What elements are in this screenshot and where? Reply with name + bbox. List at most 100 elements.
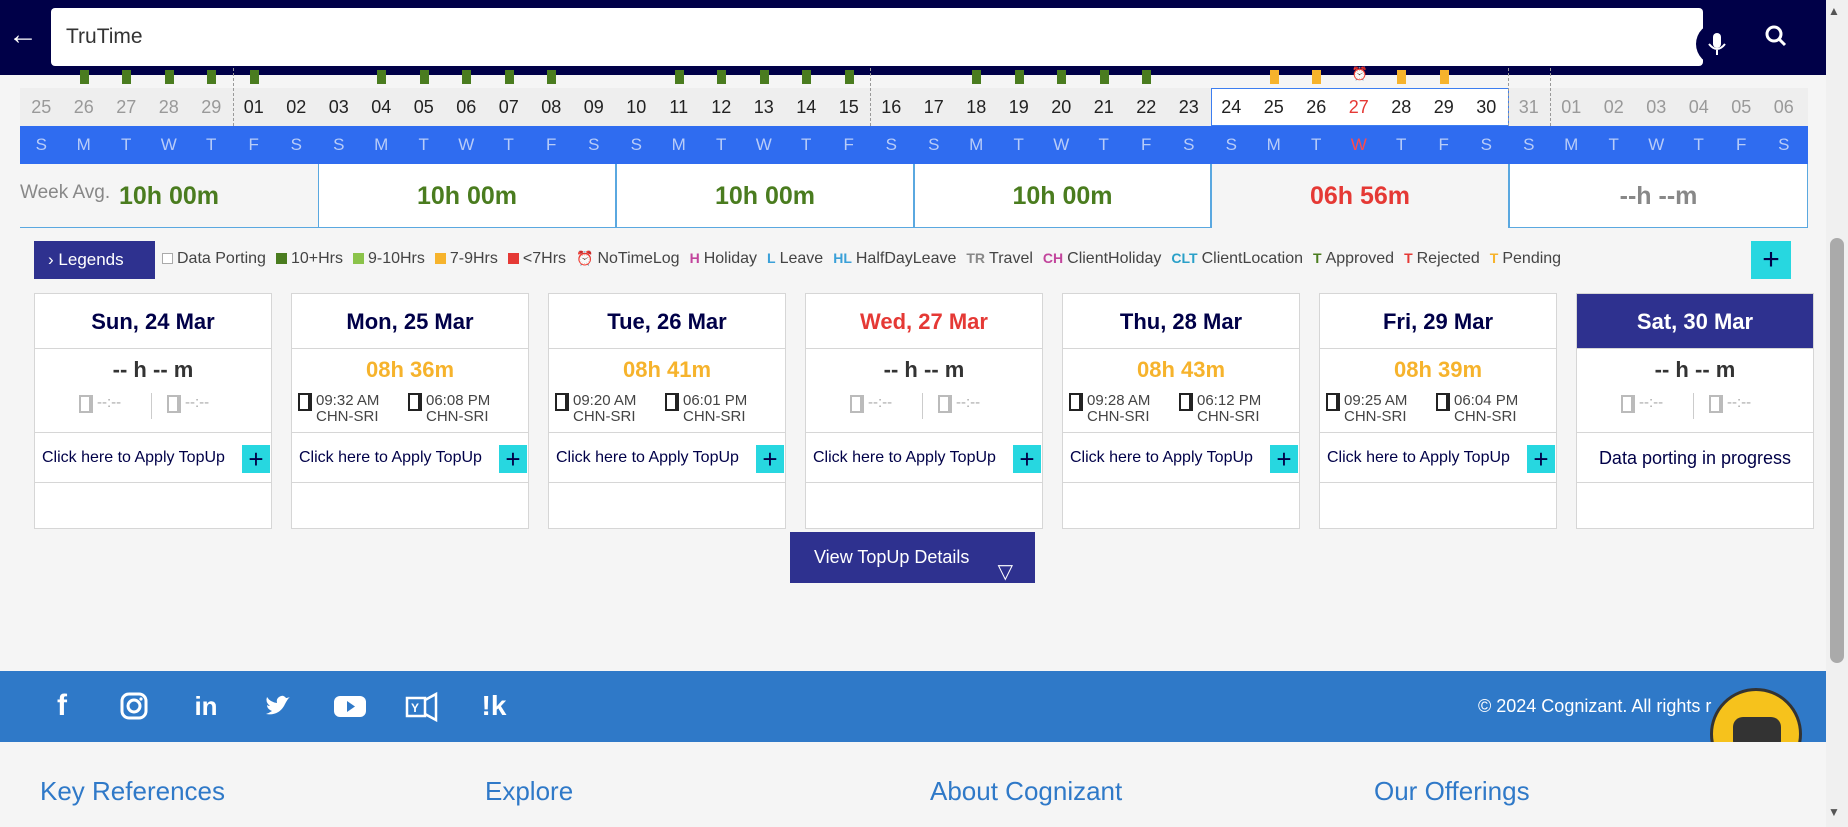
date-cell[interactable]: 14 — [785, 88, 828, 126]
footer-link-key-references[interactable]: Key References — [40, 776, 225, 807]
back-arrow-icon[interactable]: ← — [6, 18, 40, 52]
date-cell[interactable]: 01 — [233, 88, 276, 126]
add-topup-icon[interactable]: + — [242, 445, 270, 473]
date-cell[interactable]: 09 — [573, 88, 616, 126]
add-topup-icon[interactable]: + — [1527, 445, 1555, 473]
date-cell[interactable]: 24 — [1210, 88, 1253, 126]
apply-topup-link[interactable]: Click here to Apply TopUp + — [35, 433, 271, 483]
swipe-out-time: 06:12 PM — [1197, 392, 1262, 409]
kudos-icon[interactable]: !k — [474, 686, 514, 726]
day-card[interactable]: Fri, 29 Mar 08h 39m 09:25 AM CHN-SRI 06:04 P… — [1319, 293, 1557, 529]
day-duration: 08h 36m — [365, 357, 455, 382]
date-cell[interactable]: 17 — [913, 88, 956, 126]
door-in-icon — [79, 395, 93, 413]
yammer-icon[interactable]: Y — [402, 686, 442, 726]
legend-label: Data Porting — [177, 250, 266, 267]
date-cell[interactable]: 04 — [360, 88, 403, 126]
hours-bar — [249, 70, 259, 84]
scroll-up-icon[interactable]: ▲ — [1828, 4, 1840, 18]
apply-topup-link[interactable]: Click here to Apply TopUp + — [806, 433, 1042, 483]
legend-swatch — [352, 253, 364, 264]
add-topup-icon[interactable]: + — [1270, 445, 1298, 473]
apply-topup-link[interactable]: Click here to Apply TopUp + — [1063, 433, 1299, 483]
legend-marker: CH — [1042, 250, 1064, 266]
date-cell[interactable]: 12 — [700, 88, 743, 126]
date-cell[interactable]: 30 — [1465, 88, 1508, 126]
date-cell[interactable]: 25 — [20, 88, 63, 126]
date-cell[interactable]: 31 — [1508, 88, 1551, 126]
date-cell[interactable]: 27 — [105, 88, 148, 126]
date-cell[interactable]: 11 — [658, 88, 701, 126]
date-cell[interactable]: 02 — [275, 88, 318, 126]
search-query[interactable]: TruTime — [66, 25, 143, 49]
date-cell[interactable]: 29 — [190, 88, 233, 126]
date-cell[interactable]: 08 — [530, 88, 573, 126]
date-cell[interactable]: 03 — [1635, 88, 1678, 126]
date-cell[interactable]: 18 — [955, 88, 998, 126]
search-icon[interactable] — [1755, 15, 1797, 57]
youtube-icon[interactable] — [330, 686, 370, 726]
day-card-title: Tue, 26 Mar — [549, 294, 785, 349]
swipe-in: 09:28 AM CHN-SRI — [1069, 393, 1150, 425]
add-topup-icon[interactable]: + — [1013, 445, 1041, 473]
date-cell[interactable]: 15 — [828, 88, 871, 126]
view-topup-details-button[interactable]: View TopUp Details ▽ — [790, 532, 1035, 583]
swipe-out-details: 06:08 PM CHN-SRI — [426, 393, 490, 425]
daily-hours-bars: ⏰ — [20, 66, 1808, 86]
apply-topup-link[interactable]: Click here to Apply TopUp + — [292, 433, 528, 483]
scroll-down-icon[interactable]: ▼ — [1828, 805, 1840, 819]
day-card[interactable]: Wed, 27 Mar -- h -- m --:-- --:-- Click here… — [805, 293, 1043, 529]
legends-button[interactable]: › Legends — [34, 241, 155, 279]
date-cell[interactable]: 22 — [1125, 88, 1168, 126]
date-cell[interactable]: 07 — [488, 88, 531, 126]
date-cell[interactable]: 02 — [1593, 88, 1636, 126]
week-average-value: 10h 00m — [318, 164, 616, 228]
footer-link-about[interactable]: About Cognizant — [930, 776, 1122, 807]
day-card[interactable]: Sun, 24 Mar -- h -- m --:-- --:-- Click here… — [34, 293, 272, 529]
date-cell[interactable]: 13 — [743, 88, 786, 126]
day-card[interactable]: Tue, 26 Mar 08h 41m 09:20 AM CHN-SRI 06:01 P… — [548, 293, 786, 529]
add-topup-icon[interactable]: + — [756, 445, 784, 473]
date-cell[interactable]: 27 — [1338, 88, 1381, 126]
date-cell[interactable]: 26 — [63, 88, 106, 126]
swipe-out: 06:04 PM CHN-SRI — [1436, 393, 1518, 425]
footer-link-offerings[interactable]: Our Offerings — [1374, 776, 1530, 807]
facebook-icon[interactable]: f — [42, 686, 82, 726]
date-cell[interactable]: 10 — [615, 88, 658, 126]
date-cell[interactable]: 03 — [318, 88, 361, 126]
swipe-out: 06:08 PM CHN-SRI — [408, 393, 490, 425]
date-cell[interactable]: 29 — [1423, 88, 1466, 126]
add-icon[interactable]: + — [1751, 241, 1791, 279]
date-cell[interactable]: 26 — [1295, 88, 1338, 126]
apply-topup-link[interactable]: Click here to Apply TopUp + — [549, 433, 785, 483]
day-card[interactable]: Thu, 28 Mar 08h 43m 09:28 AM CHN-SRI 06:12 P… — [1062, 293, 1300, 529]
instagram-icon[interactable] — [114, 686, 154, 726]
linkedin-icon[interactable]: in — [186, 686, 226, 726]
date-cell[interactable]: 16 — [870, 88, 913, 126]
add-topup-icon[interactable]: + — [499, 445, 527, 473]
date-cell[interactable]: 05 — [403, 88, 446, 126]
twitter-icon[interactable] — [258, 686, 298, 726]
search-input[interactable]: TruTime — [51, 8, 1738, 66]
date-cell[interactable]: 28 — [1380, 88, 1423, 126]
date-cell[interactable]: 19 — [998, 88, 1041, 126]
date-cell[interactable]: 05 — [1720, 88, 1763, 126]
date-cell[interactable]: 04 — [1678, 88, 1721, 126]
apply-topup-link[interactable]: Click here to Apply TopUp + — [1320, 433, 1556, 483]
swipe-times: 09:25 AM CHN-SRI 06:04 PM CHN-SRI — [1320, 383, 1556, 433]
date-cell[interactable]: 01 — [1550, 88, 1593, 126]
microphone-icon[interactable] — [1696, 23, 1738, 65]
day-card[interactable]: Mon, 25 Mar 08h 36m 09:32 AM CHN-SRI 06:08 P… — [291, 293, 529, 529]
footer-link-explore[interactable]: Explore — [485, 776, 573, 807]
legend-label: Holiday — [703, 250, 758, 267]
date-cell[interactable]: 06 — [445, 88, 488, 126]
day-card[interactable]: Sat, 30 Mar -- h -- m --:-- --:-- Data porti… — [1576, 293, 1814, 529]
swipe-in-location: CHN-SRI — [316, 408, 379, 425]
date-cell[interactable]: 06 — [1763, 88, 1806, 126]
date-cell[interactable]: 28 — [148, 88, 191, 126]
date-cell[interactable]: 23 — [1168, 88, 1211, 126]
date-cell[interactable]: 25 — [1253, 88, 1296, 126]
scrollbar-thumb[interactable] — [1830, 238, 1844, 663]
date-cell[interactable]: 21 — [1083, 88, 1126, 126]
date-cell[interactable]: 20 — [1040, 88, 1083, 126]
